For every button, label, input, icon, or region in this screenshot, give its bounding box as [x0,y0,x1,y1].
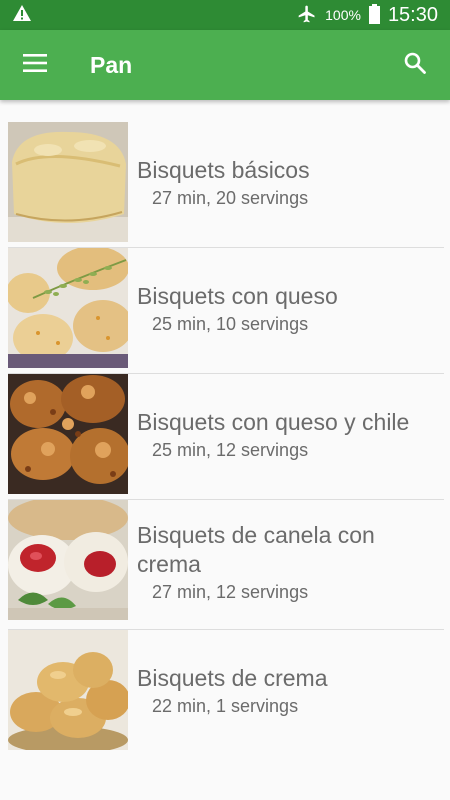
status-bar: 100% 15:30 [0,0,450,30]
recipe-image-cheese-biscuits-with-herb [8,248,128,368]
recipe-meta: 25 min, 12 servings [152,439,309,460]
search-icon [403,51,427,80]
recipe-list: Bisquets básicos 27 min, 20 servings Bis… [0,122,450,756]
search-button[interactable] [380,30,450,100]
recipe-meta: 27 min, 20 servings [152,187,309,208]
app-bar: Pan [0,30,450,100]
recipe-image-cream-biscuits-pile [8,630,128,750]
list-item[interactable]: Bisquets básicos 27 min, 20 servings [0,122,450,248]
recipe-image-plain-biscuit [8,122,128,242]
recipe-meta: 27 min, 12 servings [152,582,309,602]
battery-percent: 100% [325,7,361,23]
recipe-name: Bisquets básicos [137,156,310,183]
page-title: Pan [90,51,133,78]
list-item[interactable]: Bisquets con queso 25 min, 10 servings [0,248,450,374]
clock: 15:30 [387,3,438,26]
menu-button[interactable] [0,30,70,100]
recipe-meta: 25 min, 10 servings [152,313,309,334]
recipe-name: Bisquets con queso [137,282,338,309]
recipe-name: Bisquets con queso y chile [137,408,410,435]
warning-icon [12,4,32,27]
hamburger-menu-icon [23,53,47,77]
battery-icon [368,3,380,27]
recipe-image-crispy-cheese-chile-biscuits [8,374,128,494]
recipe-name: Bisquets de crema [137,664,328,691]
recipe-meta: 22 min, 1 servings [152,695,299,716]
list-item[interactable]: Bisquets con queso y chile 25 min, 12 se… [0,374,450,500]
airplane-icon [297,4,317,27]
list-item[interactable]: Bisquets de canela con crema 27 min, 12 … [0,500,450,630]
list-item[interactable]: Bisquets de crema 22 min, 1 servings [0,630,450,756]
recipe-name: Bisquets de canela con crema [137,522,375,577]
recipe-image-biscuits-with-jam-and-cream [8,500,128,620]
